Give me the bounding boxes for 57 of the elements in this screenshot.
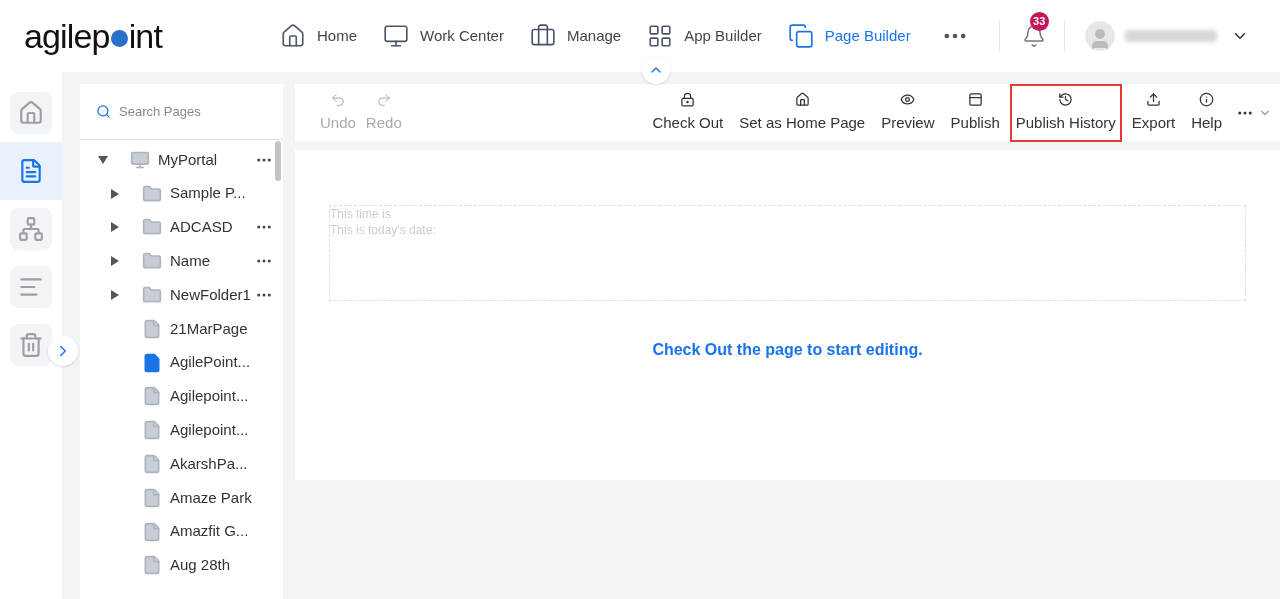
tree-item[interactable]: NewFolder1 <box>170 283 251 307</box>
caret-down-icon[interactable] <box>98 154 108 165</box>
lock-icon <box>680 91 696 107</box>
monitor-icon <box>383 23 410 49</box>
undo-icon <box>329 91 346 108</box>
tree-item[interactable]: AkarshPa... <box>170 452 248 476</box>
toolbar-button[interactable]: Set as Home Page <box>733 83 872 143</box>
trash-icon <box>18 332 44 358</box>
search-icon[interactable] <box>96 104 111 119</box>
logo[interactable]: agilep int <box>24 19 162 53</box>
grid-icon <box>647 23 674 49</box>
tree-item[interactable]: Agilepoint... <box>170 385 249 408</box>
toolbar-button[interactable]: Export <box>1125 83 1182 143</box>
rail-button[interactable] <box>10 208 52 250</box>
nav-link[interactable]: Work Center <box>383 23 504 49</box>
nav-link[interactable]: Page Builder <box>787 23 911 49</box>
caret-right-icon[interactable] <box>110 188 120 199</box>
toolbar-button[interactable]: Help <box>1185 83 1228 143</box>
home-icon <box>18 100 44 126</box>
tree-item[interactable]: Aug 28th <box>170 554 231 577</box>
notification-icon[interactable] <box>1021 24 1046 48</box>
caret-right-icon[interactable] <box>110 256 120 267</box>
nav-link[interactable]: App Builder <box>647 23 762 49</box>
expand-button[interactable] <box>48 336 78 366</box>
toolbar-button[interactable]: Preview <box>875 83 941 143</box>
tree-item[interactable]: Sample P... <box>170 182 246 205</box>
rail-button[interactable] <box>10 92 52 134</box>
nav-link[interactable]: Manage <box>529 23 622 49</box>
tree-item[interactable]: ADCASD <box>170 216 233 239</box>
search-field[interactable]: Search Pages <box>119 96 267 127</box>
caret-right-icon[interactable] <box>110 290 120 301</box>
tree-item[interactable]: Agilepoint... <box>170 419 249 442</box>
caret-right-icon[interactable] <box>110 222 120 233</box>
page-icon <box>18 158 44 184</box>
check-out-message: Check Out the page to start editing. <box>652 340 923 360</box>
nav-link[interactable]: Home <box>280 23 358 49</box>
export-icon <box>1145 91 1161 107</box>
home-icon <box>794 91 810 107</box>
tree-item[interactable]: MyPortal <box>158 148 218 172</box>
tree-item[interactable]: 21MarPage <box>170 317 248 341</box>
home-icon <box>280 23 306 49</box>
rail-button[interactable] <box>10 266 52 308</box>
info-icon <box>1199 91 1215 107</box>
notification-badge: 33 <box>1029 12 1049 31</box>
tree-item[interactable]: AgilePoint... <box>170 351 251 374</box>
toolbar-button[interactable]: Publish History <box>1009 83 1122 143</box>
toolbar-button[interactable]: Check Out <box>646 83 730 143</box>
eye-icon <box>900 91 916 107</box>
redo-icon <box>375 91 392 108</box>
toolbar-button[interactable]: Publish <box>944 83 1006 143</box>
tree-item[interactable]: Amaze Park <box>170 486 252 510</box>
tree-item[interactable]: Name <box>170 250 210 273</box>
tree-item[interactable]: Amazfit G... <box>170 520 249 543</box>
scrollbar[interactable] <box>275 141 281 181</box>
rail-button[interactable] <box>10 324 52 366</box>
pages-icon <box>787 23 814 49</box>
history-icon <box>1058 91 1074 107</box>
